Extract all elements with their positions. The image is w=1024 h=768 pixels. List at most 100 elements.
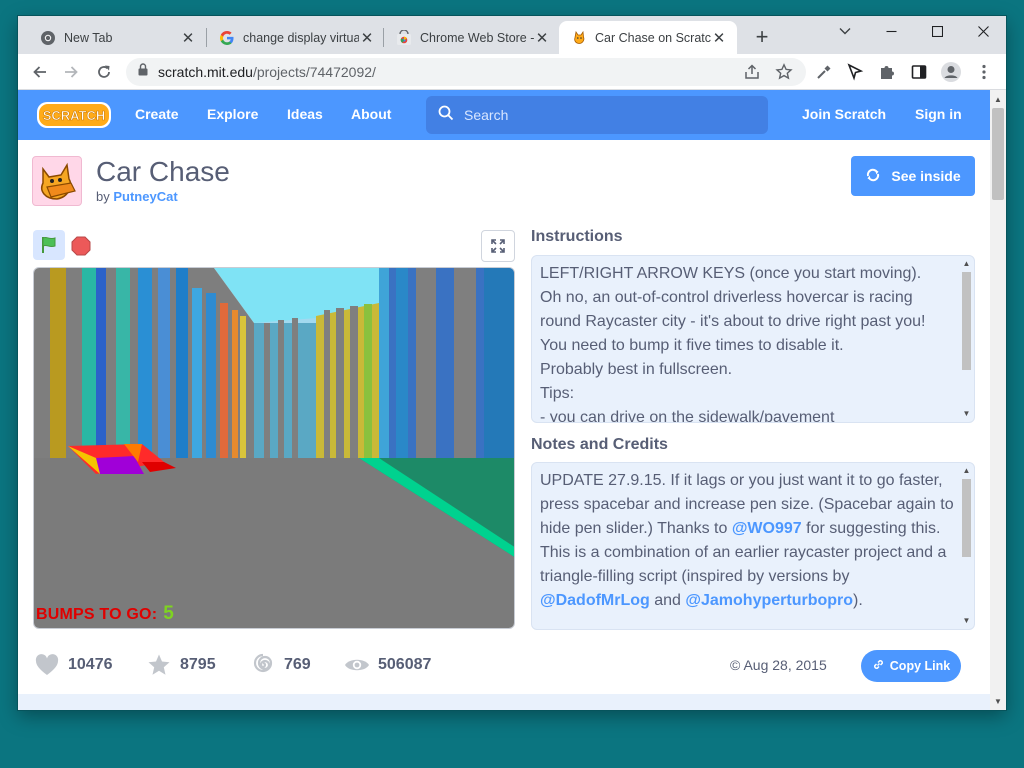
love-stat[interactable]: 10476 — [34, 650, 113, 680]
page-scrollbar[interactable]: ▲ ▼ — [990, 90, 1006, 710]
mention-link[interactable]: @WO997 — [732, 520, 802, 537]
search-input[interactable] — [464, 107, 744, 123]
stop-button[interactable] — [71, 236, 91, 256]
scroll-down-arrow-icon[interactable]: ▼ — [959, 615, 974, 627]
tab-search-icon[interactable] — [822, 16, 868, 46]
mention-link[interactable]: @Jamohyperturbopro — [685, 592, 853, 609]
instructions-heading: Instructions — [531, 228, 623, 245]
sign-in-link[interactable]: Sign in — [915, 106, 962, 122]
project-stage[interactable]: BUMPS TO GO: 5 — [33, 267, 515, 629]
instructions-line: Tips: — [540, 385, 575, 402]
url-text: scratch.mit.edu/projects/74472092/ — [158, 64, 376, 80]
link-icon — [872, 658, 885, 674]
notes-text-part: for suggesting this. — [801, 520, 941, 537]
instructions-line: Oh no, an out-of-control driverless hove… — [540, 289, 926, 330]
back-icon[interactable] — [27, 59, 53, 85]
views-stat: 506087 — [344, 650, 431, 680]
scroll-thumb[interactable] — [962, 272, 971, 370]
tab-google-search[interactable]: change display virtua ✕ — [207, 21, 385, 54]
tab-title: New Tab — [64, 30, 113, 45]
forward-icon[interactable] — [58, 59, 84, 85]
notes-box[interactable]: UPDATE 27.9.15. If it lags or you just w… — [531, 462, 975, 630]
fullscreen-icon — [491, 239, 505, 253]
favorite-stat[interactable]: 8795 — [146, 650, 216, 680]
see-inside-label: See inside — [891, 168, 961, 184]
tab-chrome-web-store[interactable]: Chrome Web Store - ✕ — [384, 21, 560, 54]
scroll-down-arrow-icon[interactable]: ▼ — [959, 408, 974, 420]
author-link[interactable]: PutneyCat — [113, 189, 177, 204]
scratch-logo-text: SCRATCH — [43, 108, 106, 123]
notes-scrollbar[interactable]: ▲ ▼ — [959, 463, 974, 629]
remix-arrows-icon — [865, 167, 881, 186]
maximize-icon[interactable] — [914, 16, 960, 46]
instructions-line: - you can drive on the sidewalk/pavement — [540, 409, 835, 423]
love-count: 10476 — [68, 656, 113, 673]
instructions-box[interactable]: LEFT/RIGHT ARROW KEYS (once you start mo… — [531, 255, 975, 423]
address-bar[interactable]: scratch.mit.edu/projects/74472092/ — [126, 58, 806, 86]
tab-strip: New Tab ✕ change display virtua ✕ Chrome… — [18, 16, 1006, 54]
scratch-logo[interactable]: SCRATCH — [36, 100, 112, 130]
nav-explore[interactable]: Explore — [207, 106, 258, 122]
notes-text: UPDATE 27.9.15. If it lags or you just w… — [540, 469, 954, 613]
scroll-thumb[interactable] — [962, 479, 971, 557]
side-panel-icon[interactable] — [907, 60, 931, 84]
join-scratch-link[interactable]: Join Scratch — [802, 106, 886, 122]
minimize-icon[interactable] — [868, 16, 914, 46]
notes-heading: Notes and Credits — [531, 436, 668, 453]
close-tab-icon[interactable]: ✕ — [180, 29, 196, 47]
page-scroll-down-icon[interactable]: ▼ — [990, 693, 1006, 709]
notes-paragraph: UPDATE 27.9.15. If it lags or you just w… — [540, 469, 954, 541]
remix-stat: 769 — [250, 650, 311, 680]
project-byline: by PutneyCat — [96, 189, 178, 204]
url-host: scratch.mit.edu — [158, 64, 253, 80]
close-tab-icon[interactable]: ✕ — [711, 29, 727, 47]
url-path: /projects/74472092/ — [252, 64, 376, 80]
stop-icon — [71, 236, 91, 256]
copy-link-button[interactable]: Copy Link — [861, 650, 961, 682]
extensions-puzzle-icon[interactable] — [875, 60, 899, 84]
browser-window: New Tab ✕ change display virtua ✕ Chrome… — [18, 16, 1006, 710]
instructions-line: You need to bump it five times to disabl… — [540, 337, 844, 354]
eyedropper-icon[interactable] — [812, 60, 836, 84]
project-page: Car Chase by PutneyCat See inside BUMPS … — [18, 140, 990, 710]
remix-count: 769 — [284, 656, 311, 673]
page-scroll-thumb[interactable] — [992, 108, 1004, 200]
see-inside-button[interactable]: See inside — [851, 156, 975, 196]
search-box[interactable] — [426, 96, 768, 134]
instructions-scrollbar[interactable]: ▲ ▼ — [959, 256, 974, 422]
webstore-icon — [396, 29, 412, 46]
page-footer-band — [18, 694, 990, 710]
scratch-navbar: SCRATCH Create Explore Ideas About Join … — [18, 90, 990, 140]
profile-avatar-icon[interactable] — [939, 60, 963, 84]
chrome-menu-icon[interactable] — [972, 60, 996, 84]
green-flag-button[interactable] — [33, 230, 65, 260]
favorite-count: 8795 — [180, 656, 216, 673]
nav-about[interactable]: About — [351, 106, 391, 122]
reload-icon[interactable] — [91, 59, 117, 85]
eye-icon — [344, 652, 370, 678]
browser-toolbar: scratch.mit.edu/projects/74472092/ — [18, 54, 1006, 90]
tab-car-chase[interactable]: Car Chase on Scratch ✕ — [559, 21, 737, 54]
window-close-icon[interactable] — [960, 16, 1006, 46]
page-scroll-up-icon[interactable]: ▲ — [990, 91, 1006, 107]
green-flag-icon — [42, 236, 56, 253]
scroll-up-arrow-icon[interactable]: ▲ — [959, 258, 974, 270]
nav-ideas[interactable]: Ideas — [287, 106, 323, 122]
cursor-extension-icon[interactable] — [843, 60, 867, 84]
nav-create[interactable]: Create — [135, 106, 179, 122]
bookmark-star-icon[interactable] — [772, 60, 796, 84]
instructions-text: LEFT/RIGHT ARROW KEYS (once you start mo… — [540, 262, 954, 423]
scroll-up-arrow-icon[interactable]: ▲ — [959, 465, 974, 477]
close-tab-icon[interactable]: ✕ — [359, 29, 375, 47]
new-tab-button[interactable]: + — [749, 25, 775, 51]
tab-title: change display virtua — [243, 30, 359, 45]
instructions-line: LEFT/RIGHT ARROW KEYS (once you start mo… — [540, 265, 922, 282]
notes-text-part: ). — [853, 592, 863, 609]
notes-text-part: This is a combination of an earlier rayc… — [540, 544, 947, 585]
bumps-counter: BUMPS TO GO: 5 — [36, 603, 174, 625]
close-tab-icon[interactable]: ✕ — [534, 29, 550, 47]
mention-link[interactable]: @DadofMrLog — [540, 592, 650, 609]
tab-new-tab[interactable]: New Tab ✕ — [28, 21, 206, 54]
fullscreen-button[interactable] — [481, 230, 515, 262]
share-icon[interactable] — [740, 60, 764, 84]
